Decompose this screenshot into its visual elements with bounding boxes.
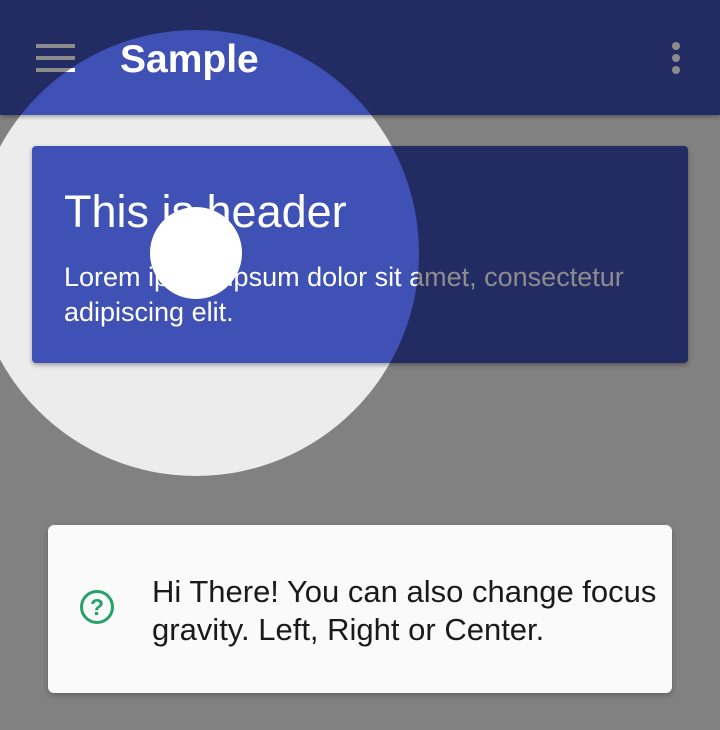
hint-text: Hi There! You can also change focus grav… — [152, 574, 657, 647]
menu-bar-line — [36, 56, 75, 60]
help-circle-icon: ? — [80, 590, 114, 624]
app-title: Sample — [120, 38, 259, 81]
hamburger-menu-icon[interactable] — [36, 44, 76, 74]
menu-bar-line — [36, 68, 75, 72]
hint-card: ? Hi There! You can also change focus gr… — [48, 525, 672, 693]
menu-bar-line — [36, 44, 75, 48]
more-vert-icon[interactable] — [664, 40, 688, 76]
app-bar: Sample — [0, 0, 720, 115]
overflow-dot — [672, 42, 680, 50]
focus-target-circle[interactable] — [150, 207, 242, 299]
overflow-dot — [672, 66, 680, 74]
overflow-dot — [672, 54, 680, 62]
header-card: This is header Lorem ipsum ipsum dolor s… — [32, 146, 688, 363]
